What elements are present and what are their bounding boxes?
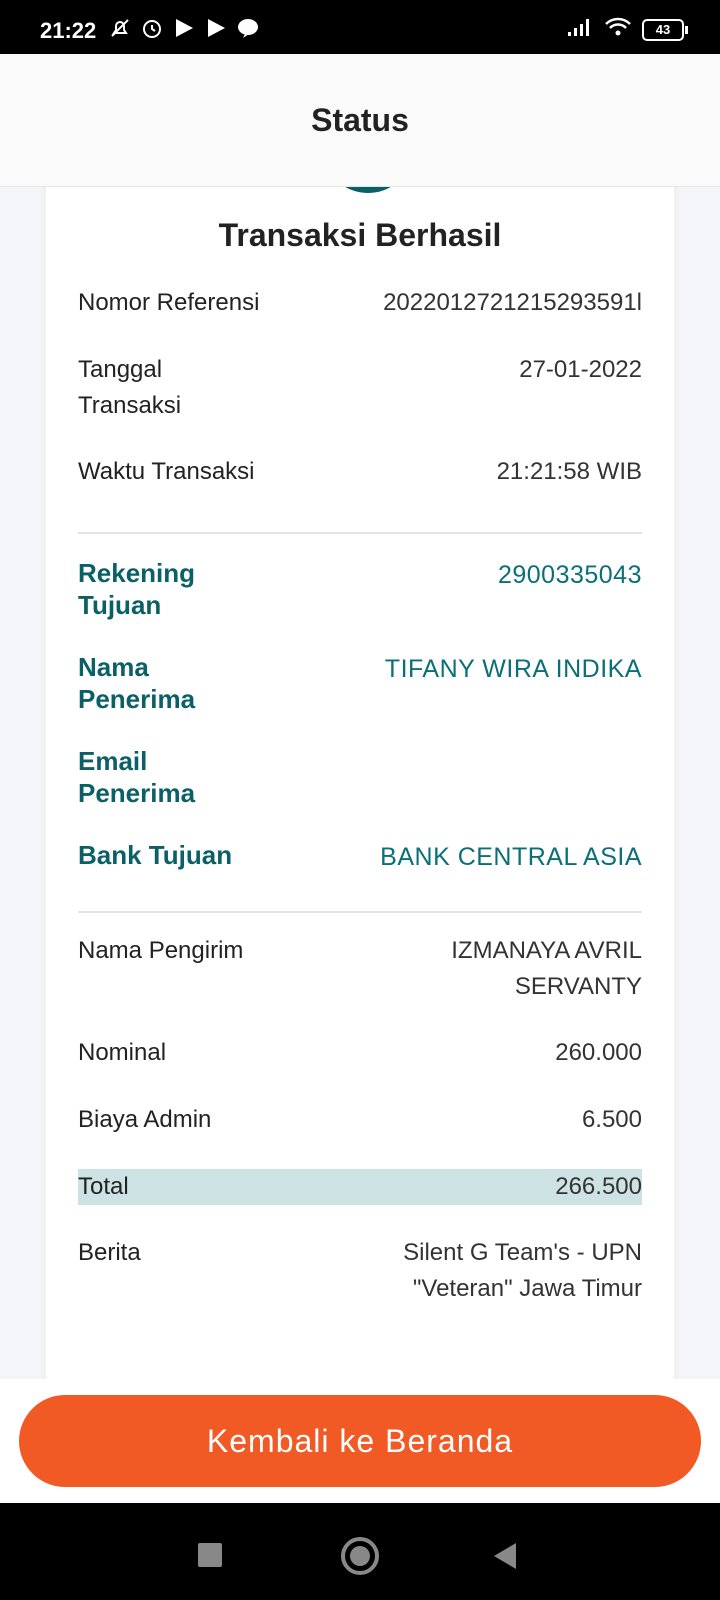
total-row: Total 266.500 [78,1169,642,1205]
notification-icons [108,16,260,40]
date-label: Tanggal Transaksi [78,356,182,419]
mute-icon [108,16,132,40]
app-bar: Status [0,54,720,187]
nominal-value: 260.000 [555,1039,642,1066]
bank-label: Bank Tujuan [78,840,233,870]
account-label: Rekening Tujuan [78,558,196,620]
status-bar: 21:22 43 [0,0,720,54]
admin-fee-label: Biaya Admin [78,1106,212,1133]
time-label: Waktu Transaksi [78,458,255,485]
receipt-card: Transaksi Berhasil Nomor Referensi 20220… [46,187,674,1379]
recipient-label: Nama Penerima [78,652,196,714]
nominal-label: Nominal [78,1039,167,1066]
reference-label: Nomor Referensi [78,289,260,316]
signal-icon [566,16,594,43]
account-value: 2900335043 [497,561,642,589]
time-value: 21:21:58 WIB [496,458,642,485]
success-check-icon [322,187,414,193]
total-label: Total [78,1173,129,1200]
back-to-home-button[interactable]: Kembali ke Beranda [19,1395,701,1487]
battery-icon: 43 [642,18,688,41]
bank-value: BANK CENTRAL ASIA [380,843,642,871]
status-time: 21:22 [40,18,97,43]
alarm-icon [140,16,164,40]
wifi-icon [604,16,632,43]
total-value: 266.500 [555,1173,642,1200]
play-icon [204,16,228,40]
divider [78,532,642,534]
bottom-action-area: Kembali ke Beranda [0,1379,720,1503]
admin-fee-value: 6.500 [581,1106,642,1133]
date-value: 27-01-2022 [519,356,642,383]
back-icon[interactable] [494,1543,516,1569]
home-icon[interactable] [341,1537,379,1575]
receipt-scroll-area[interactable]: Transaksi Berhasil Nomor Referensi 20220… [0,187,720,1379]
sender-value: IZMANAYA AVRIL SERVANTY [451,937,642,1000]
recents-icon[interactable] [198,1543,222,1567]
transaction-status-title: Transaksi Berhasil [218,217,502,253]
email-label: Email Penerima [78,746,196,808]
line-icon [236,16,260,40]
system-navigation-bar [0,1503,720,1600]
page-title: Status [311,102,409,138]
divider [78,911,642,913]
recipient-value: TIFANY WIRA INDIKA [384,655,642,683]
system-icons: 43 [566,16,688,43]
sender-label: Nama Pengirim [78,937,244,964]
message-label: Berita [78,1239,141,1266]
reference-value: 2022012721215293591l [383,289,642,316]
message-value: Silent G Team's - UPN "Veteran" Jawa Tim… [403,1239,642,1302]
play-icon [172,16,196,40]
